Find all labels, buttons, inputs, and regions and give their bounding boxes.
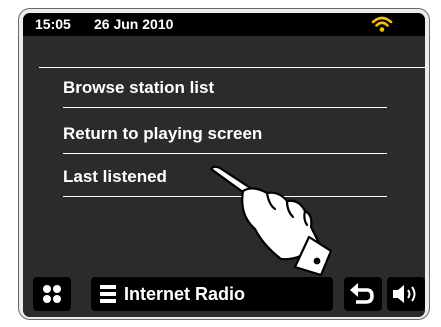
home-button[interactable] — [33, 277, 71, 311]
volume-button[interactable] — [387, 277, 425, 311]
touch-screen: 15:05 26 Jun 2010 Browse station list Re… — [23, 13, 425, 317]
home-grid-icon — [43, 285, 61, 303]
volume-icon — [393, 285, 416, 303]
wifi-icon — [371, 16, 393, 32]
menu-icon — [100, 285, 116, 303]
menu-item-label: Return to playing screen — [63, 124, 263, 143]
menu-item-browse-station-list[interactable]: Browse station list — [63, 72, 387, 108]
clock-date: 26 Jun 2010 — [94, 16, 174, 32]
menu-item-return-to-playing[interactable]: Return to playing screen — [63, 118, 387, 154]
menu-top-divider — [39, 67, 425, 68]
status-bar: 15:05 26 Jun 2010 — [23, 13, 425, 36]
pointing-hand-icon — [209, 165, 333, 277]
menu-item-label: Last listened — [63, 167, 167, 186]
clock-time: 15:05 — [35, 16, 71, 32]
menu-item-label: Browse station list — [63, 78, 215, 97]
